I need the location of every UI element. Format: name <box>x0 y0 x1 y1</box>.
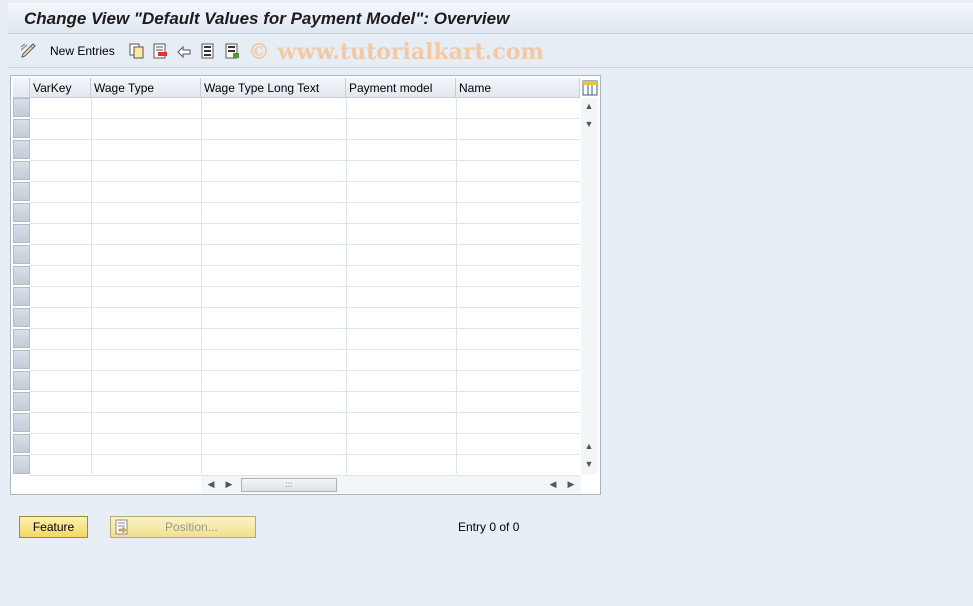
column-divider <box>201 98 202 474</box>
table-row[interactable] <box>30 182 579 203</box>
position-button[interactable]: Position... <box>110 516 256 538</box>
table-row[interactable] <box>30 140 579 161</box>
column-header-wage-type-long-text[interactable]: Wage Type Long Text <box>201 78 346 98</box>
watermark: © www.tutorialkart.com <box>248 39 544 65</box>
column-header-payment-model[interactable]: Payment model <box>346 78 456 98</box>
table-row[interactable] <box>30 371 579 392</box>
row-selector[interactable] <box>13 119 30 138</box>
column-divider <box>91 98 92 474</box>
row-selector[interactable] <box>13 98 30 117</box>
feature-button[interactable]: Feature <box>19 516 88 538</box>
scroll-down-icon[interactable]: ▼ <box>582 459 596 469</box>
row-selector[interactable] <box>13 434 30 453</box>
scroll-left-icon[interactable]: ◀ <box>204 479 218 490</box>
title-bar: Change View "Default Values for Payment … <box>8 3 973 34</box>
table-row[interactable] <box>30 434 579 455</box>
scroll-up-icon[interactable]: ▲ <box>582 441 596 451</box>
entry-counter: Entry 0 of 0 <box>458 520 520 534</box>
table-row[interactable] <box>30 119 579 140</box>
row-selector[interactable] <box>13 245 30 264</box>
scroll-up-icon[interactable]: ▲ <box>582 101 596 111</box>
column-header-varkey[interactable]: VarKey <box>30 78 91 98</box>
scrollbar-thumb[interactable]: ::: <box>241 478 337 492</box>
table-row[interactable] <box>30 329 579 350</box>
page-title: Change View "Default Values for Payment … <box>24 9 510 28</box>
display-change-icon[interactable] <box>20 43 36 59</box>
application-toolbar: New Entries © www.tutorialkart.com <box>8 35 973 68</box>
scroll-right-icon[interactable]: ▶ <box>564 479 578 490</box>
row-selector[interactable] <box>13 371 30 390</box>
table-row[interactable] <box>30 224 579 245</box>
table-row[interactable] <box>30 413 579 434</box>
table-row[interactable] <box>30 455 579 476</box>
row-selector[interactable] <box>13 224 30 243</box>
row-selector-column <box>13 98 30 474</box>
row-selector[interactable] <box>13 182 30 201</box>
table-row[interactable] <box>30 308 579 329</box>
table-row[interactable] <box>30 350 579 371</box>
table-row[interactable] <box>30 266 579 287</box>
table-row[interactable] <box>30 161 579 182</box>
select-all-icon[interactable] <box>200 43 216 59</box>
position-icon <box>115 519 128 535</box>
content-area: VarKey Wage Type Wage Type Long Text Pay… <box>8 69 973 606</box>
row-selector[interactable] <box>13 392 30 411</box>
vertical-scrollbar[interactable]: ▲ ▼ ▲ ▼ <box>581 98 598 474</box>
table-control: VarKey Wage Type Wage Type Long Text Pay… <box>10 75 601 495</box>
row-selector[interactable] <box>13 161 30 180</box>
delete-icon[interactable] <box>152 43 168 59</box>
undo-icon[interactable] <box>176 43 192 59</box>
row-selector[interactable] <box>13 329 30 348</box>
select-all-header[interactable] <box>13 78 30 98</box>
column-header-name[interactable]: Name <box>456 78 580 98</box>
position-button-label: Position... <box>165 520 218 534</box>
table-row[interactable] <box>30 392 579 413</box>
table-row[interactable] <box>30 287 579 308</box>
scroll-left-icon[interactable]: ◀ <box>546 479 560 490</box>
row-selector[interactable] <box>13 413 30 432</box>
table-row[interactable] <box>30 203 579 224</box>
table-settings-icon[interactable] <box>582 80 598 96</box>
column-divider <box>346 98 347 474</box>
row-selector[interactable] <box>13 308 30 327</box>
row-selector[interactable] <box>13 455 30 474</box>
select-block-icon[interactable] <box>224 43 240 59</box>
row-selector[interactable] <box>13 266 30 285</box>
scroll-right-icon[interactable]: ▶ <box>222 479 236 490</box>
column-divider <box>456 98 457 474</box>
table-row[interactable] <box>30 98 579 119</box>
row-selector[interactable] <box>13 203 30 222</box>
table-row[interactable] <box>30 245 579 266</box>
scroll-down-icon[interactable]: ▼ <box>582 119 596 129</box>
copy-icon[interactable] <box>128 43 144 59</box>
column-header-wage-type[interactable]: Wage Type <box>91 78 201 98</box>
row-selector[interactable] <box>13 140 30 159</box>
new-entries-button[interactable]: New Entries <box>50 44 115 58</box>
row-selector[interactable] <box>13 287 30 306</box>
row-selector[interactable] <box>13 350 30 369</box>
